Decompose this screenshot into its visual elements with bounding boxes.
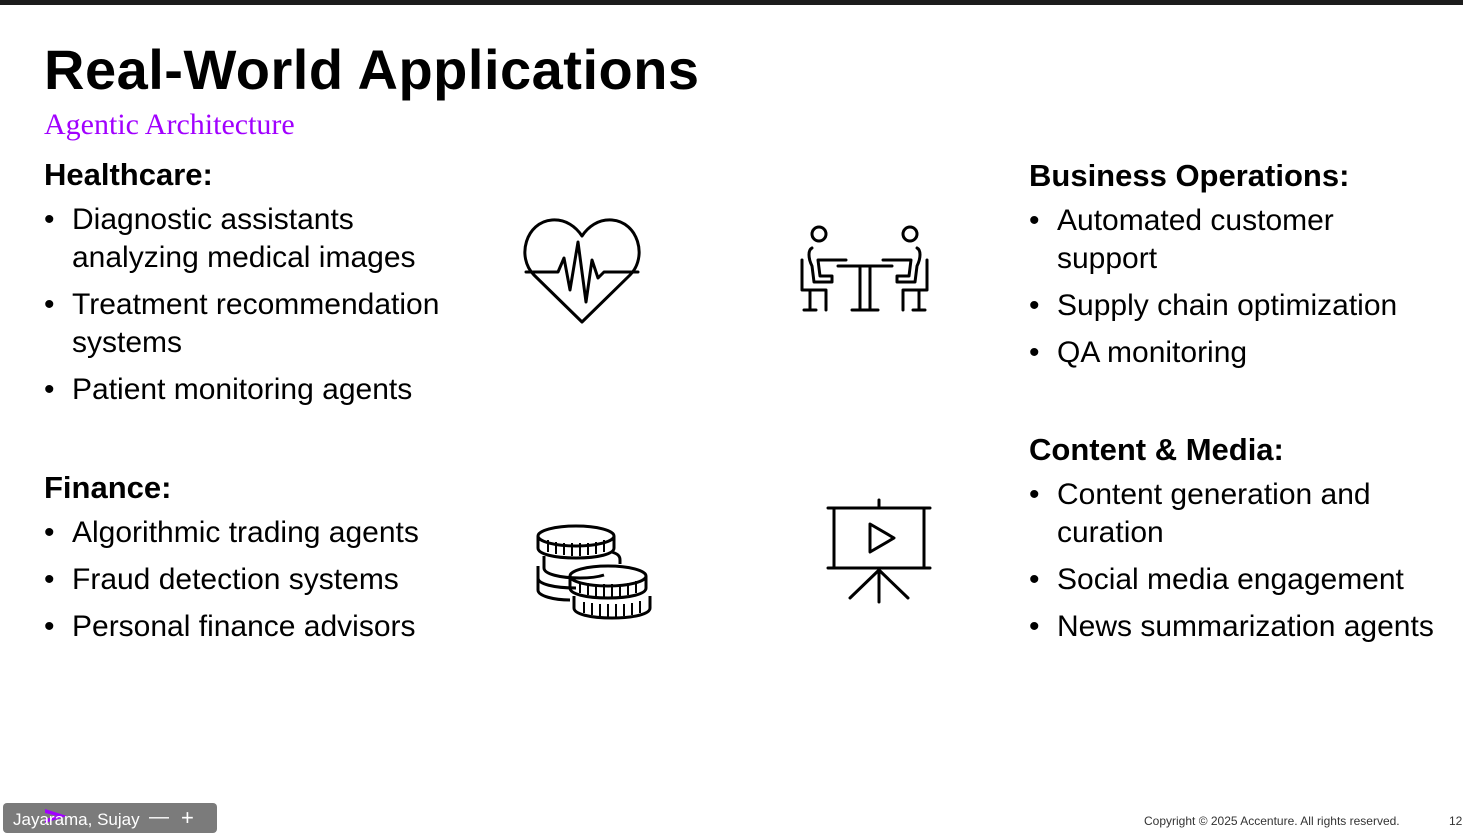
list-item: • Treatment recommendation systems xyxy=(44,286,464,362)
list-item-text: Fraud detection systems xyxy=(72,562,399,596)
bullet: • xyxy=(44,515,55,549)
heartbeat-icon xyxy=(520,212,644,328)
list-item: • Content generation and curation xyxy=(1029,476,1449,552)
healthcare-heading: Healthcare: xyxy=(44,157,213,192)
bullet: • xyxy=(44,372,55,406)
business-list: • Automated customer support • Supply chai… xyxy=(1029,202,1439,372)
business-section: Business Operations: • Automated customer… xyxy=(1029,157,1439,381)
list-item-text: Personal finance advisors xyxy=(72,609,416,643)
coins-icon xyxy=(534,522,656,626)
list-item: • News summarization agents xyxy=(1029,608,1449,646)
slide-subtitle: Agentic Architecture xyxy=(44,108,295,141)
list-item: • Algorithmic trading agents xyxy=(44,514,484,552)
list-item-text: Supply chain optimization xyxy=(1057,288,1398,322)
presentation-video-icon xyxy=(824,498,934,604)
list-item: • Patient monitoring agents xyxy=(44,371,464,409)
bullet: • xyxy=(44,287,55,321)
bullet: • xyxy=(1029,335,1040,369)
list-item-text: QA monitoring xyxy=(1057,335,1248,369)
list-item-text: Automated customer support xyxy=(1057,203,1334,275)
list-item: • Social media engagement xyxy=(1029,561,1449,599)
list-item-text: News summarization agents xyxy=(1057,609,1434,643)
list-item-text: Algorithmic trading agents xyxy=(72,515,419,549)
list-item: • Automated customer support xyxy=(1029,202,1439,278)
media-section: Content & Media: • Content generation and… xyxy=(1029,431,1449,655)
media-heading: Content & Media: xyxy=(1029,432,1284,467)
bullet: • xyxy=(1029,477,1040,511)
list-item: • Fraud detection systems xyxy=(44,561,484,599)
list-item-text: Diagnostic assistants analyzing medical … xyxy=(72,202,416,274)
zoom-in-button[interactable]: + xyxy=(181,805,194,831)
list-item: • Personal finance advisors xyxy=(44,608,484,646)
healthcare-section: Healthcare: • Diagnostic assistants analy… xyxy=(44,156,464,418)
slide-title: Real-World Applications xyxy=(44,38,700,101)
bullet: • xyxy=(1029,203,1040,237)
list-item-text: Treatment recommendation systems xyxy=(72,287,440,359)
list-item-text: Patient monitoring agents xyxy=(72,372,413,406)
bullet: • xyxy=(44,562,55,596)
meeting-table-icon xyxy=(798,220,932,316)
finance-list: • Algorithmic trading agents • Fraud detec… xyxy=(44,514,484,646)
presenter-bar: Jayarama, Sujay — + xyxy=(3,803,217,833)
list-item-text: Content generation and curation xyxy=(1057,477,1371,549)
presenter-name: Jayarama, Sujay xyxy=(13,810,140,829)
finance-heading: Finance: xyxy=(44,470,172,505)
bullet: • xyxy=(1029,609,1040,643)
list-item: • QA monitoring xyxy=(1029,334,1439,372)
list-item: • Supply chain optimization xyxy=(1029,287,1439,325)
finance-section: Finance: • Algorithmic trading agents • Fr… xyxy=(44,469,484,655)
bullet: • xyxy=(44,202,55,236)
business-heading: Business Operations: xyxy=(1029,158,1350,193)
bullet: • xyxy=(44,609,55,643)
healthcare-list: • Diagnostic assistants analyzing medical… xyxy=(44,201,464,409)
list-item: • Diagnostic assistants analyzing medical… xyxy=(44,201,464,277)
bullet: • xyxy=(1029,562,1040,596)
bullet: • xyxy=(1029,288,1040,322)
media-list: • Content generation and curation • Social… xyxy=(1029,476,1449,646)
list-item-text: Social media engagement xyxy=(1057,562,1404,596)
top-border-bar xyxy=(0,0,1463,5)
